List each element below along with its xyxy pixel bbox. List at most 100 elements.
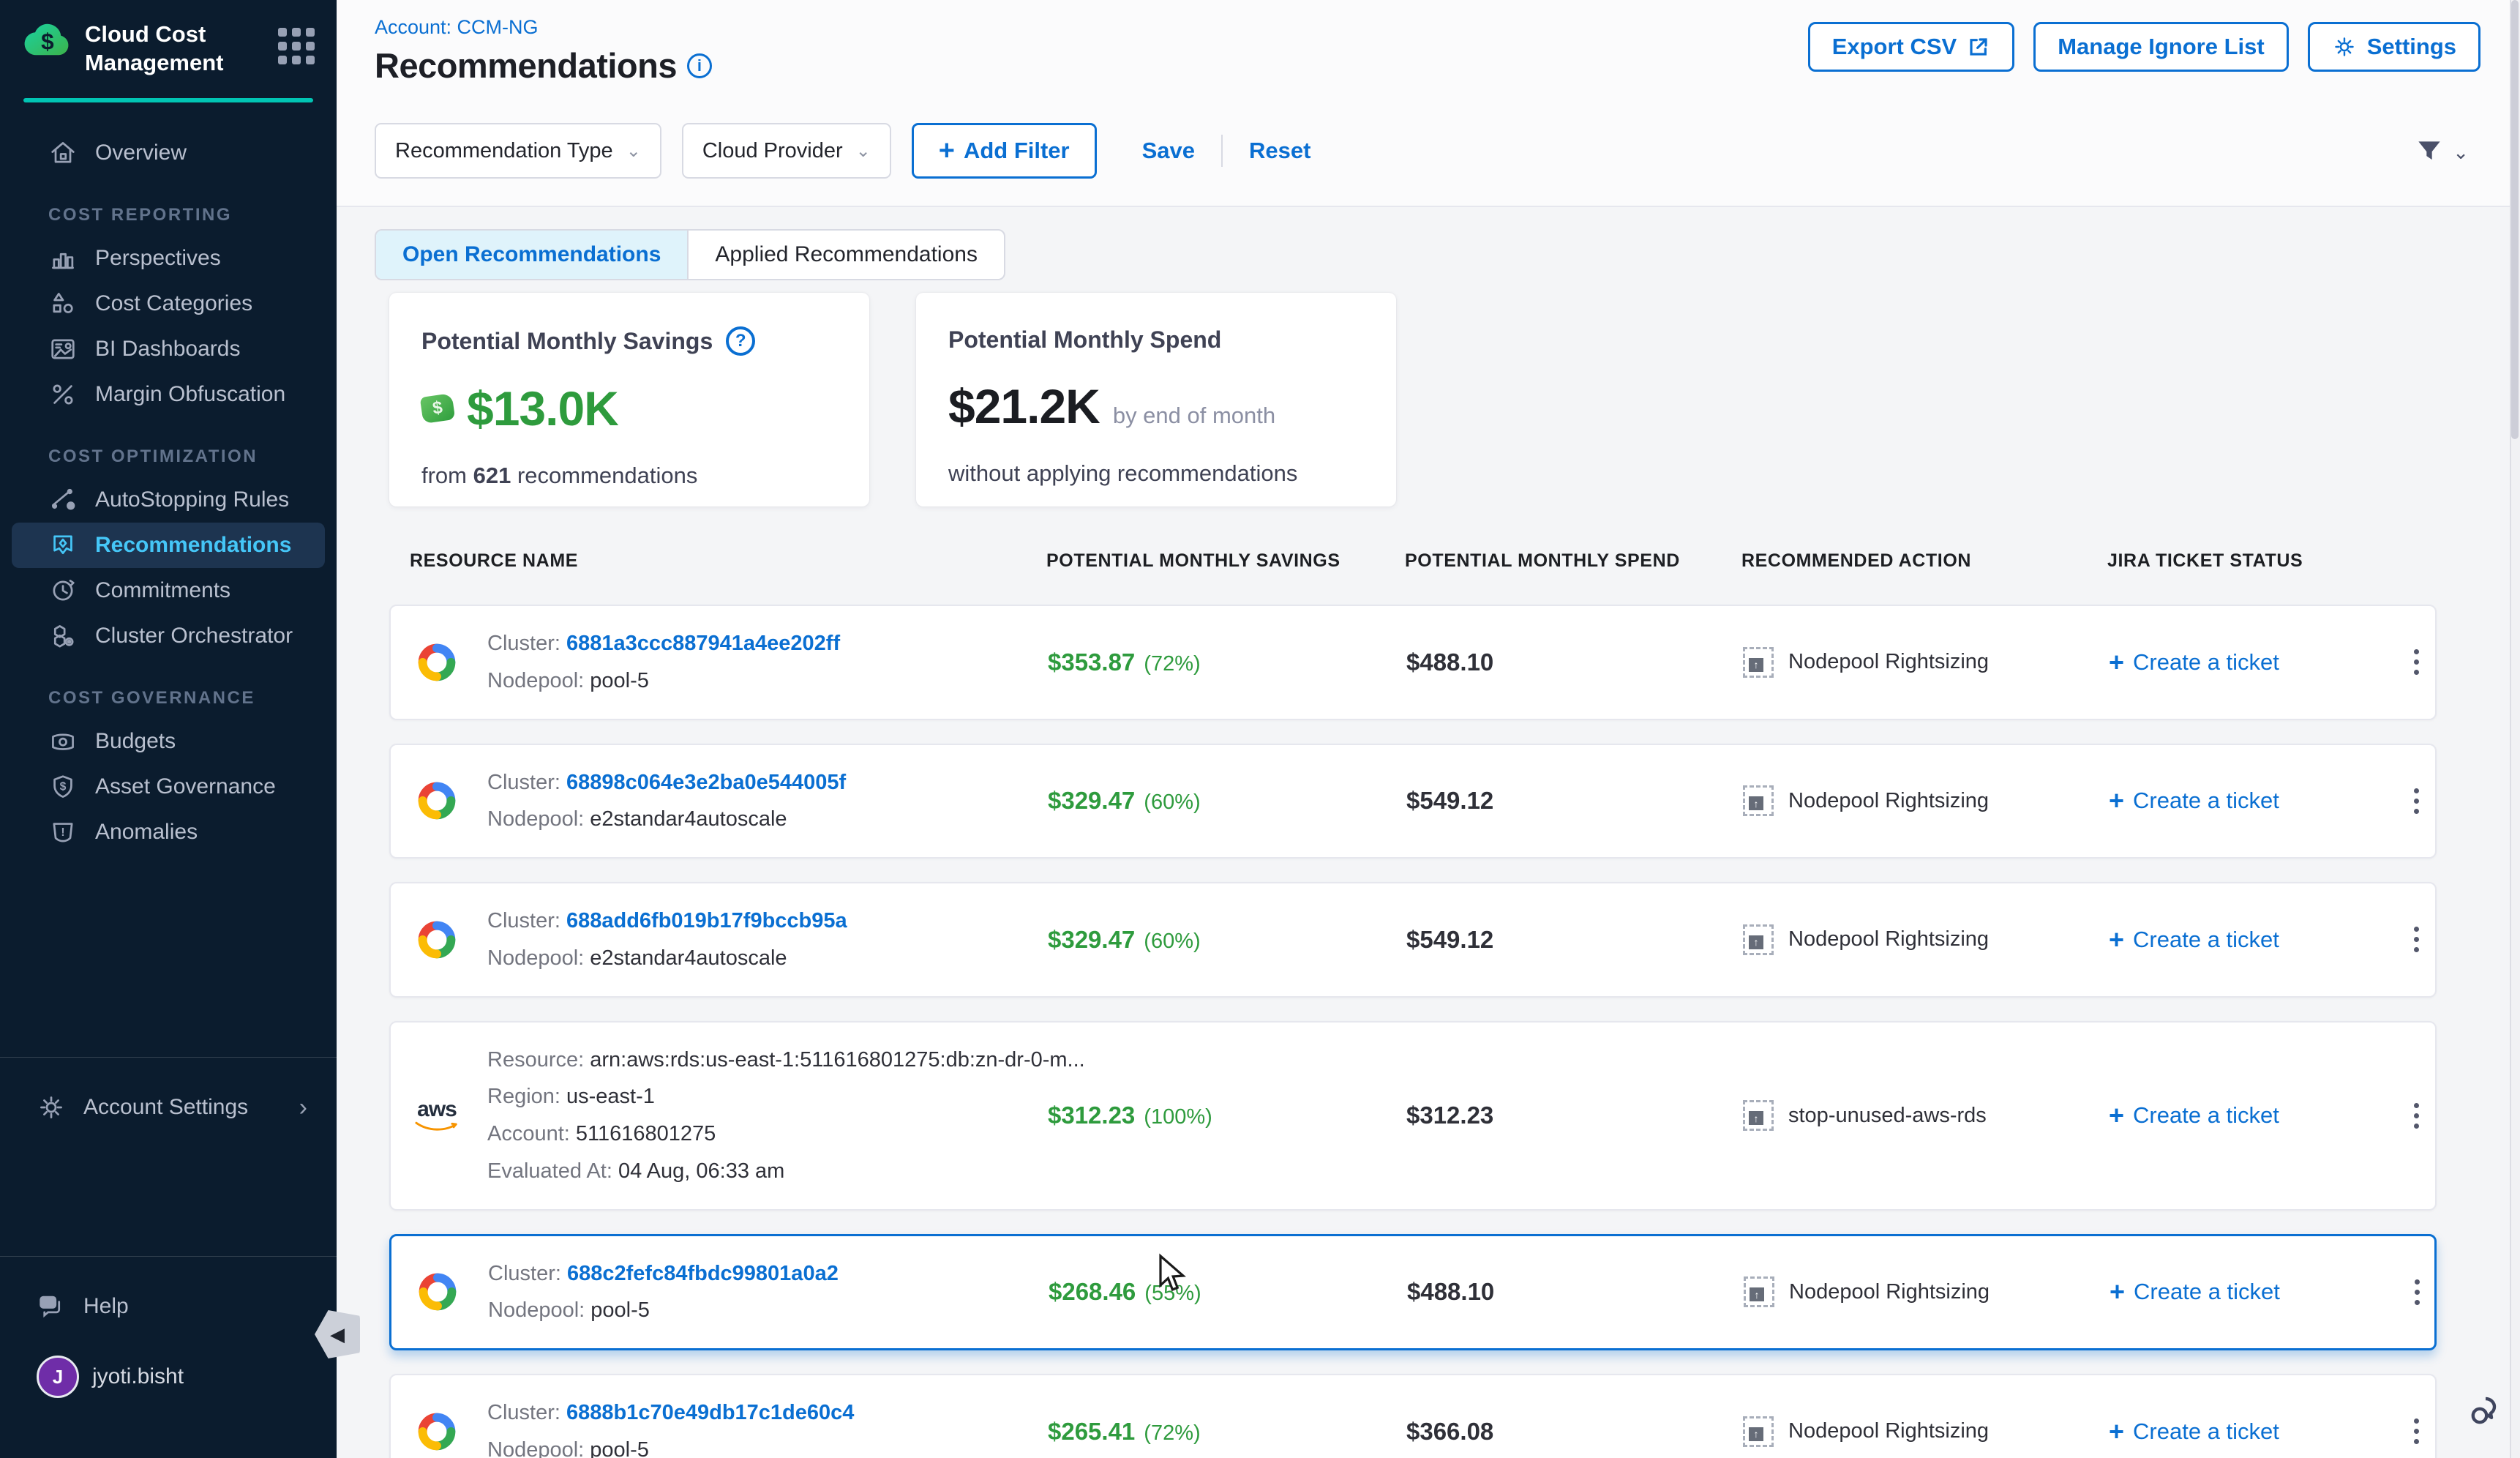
save-filter-button[interactable]: Save: [1136, 138, 1201, 164]
savings-percent: (72%): [1135, 652, 1200, 676]
savings-value: $329.47: [1048, 787, 1135, 814]
row-menu-kebab-icon[interactable]: [2394, 919, 2438, 960]
spend-amount: $21.2K: [948, 378, 1100, 434]
add-filter-button[interactable]: + Add Filter: [912, 123, 1097, 179]
chevron-down-icon: ⌄: [626, 141, 641, 162]
sidebar-item-help[interactable]: ? Help: [0, 1282, 337, 1331]
row-menu-kebab-icon[interactable]: [2394, 1411, 2438, 1451]
create-ticket-button[interactable]: + Create a ticket: [2109, 1416, 2394, 1447]
table-row[interactable]: Cluster: 68898c064e3e2ba0e544005fNodepoo…: [389, 744, 2437, 859]
resource-detail-line: Account: 511616801275: [487, 1115, 1085, 1153]
user-name: jyoti.bisht: [79, 1364, 184, 1389]
home-icon: [48, 138, 82, 168]
savings-percent: (60%): [1135, 790, 1200, 814]
resource-link[interactable]: 68898c064e3e2ba0e544005f: [566, 771, 846, 794]
scrollbar[interactable]: [2510, 0, 2520, 1458]
sidebar-divider: [0, 1256, 337, 1257]
main-content: Account: CCM-NG Recommendations i Export…: [337, 0, 2520, 1458]
sidebar-item-perspectives[interactable]: Perspectives: [12, 236, 325, 281]
recommended-action-label: stop-unused-aws-rds: [1788, 1104, 1987, 1128]
sidebar-item-recommendations[interactable]: Recommendations: [12, 523, 325, 568]
sidebar-item-commitments[interactable]: Commitments: [12, 568, 325, 613]
plus-icon: +: [2109, 647, 2124, 678]
create-ticket-button[interactable]: + Create a ticket: [2109, 1100, 2394, 1131]
question-icon[interactable]: ?: [726, 326, 755, 356]
money-icon: [420, 393, 456, 424]
filter-panel-toggle[interactable]: ⌄: [2413, 136, 2469, 168]
sidebar-item-budgets[interactable]: Budgets: [12, 719, 325, 764]
divider: [1221, 135, 1223, 167]
sidebar-divider: [0, 1057, 337, 1058]
chat-support-icon[interactable]: [2467, 1391, 2508, 1436]
breadcrumb-account-link[interactable]: Account: CCM-NG: [375, 16, 539, 39]
sidebar-item-asset-governance[interactable]: $ Asset Governance: [12, 764, 325, 810]
resource-link[interactable]: 6888b1c70e49db17c1de60c4: [566, 1401, 854, 1424]
funnel-icon: [2413, 136, 2445, 168]
resource-link[interactable]: 6881a3ccc887941a4ee202ff: [566, 632, 840, 655]
resource-link[interactable]: 688c2fefc84fbdc99801a0a2: [567, 1262, 839, 1285]
sidebar-item-cluster-orchestrator[interactable]: Cluster Orchestrator: [12, 613, 325, 659]
sidebar-item-margin-obfuscation[interactable]: Margin Obfuscation: [12, 372, 325, 417]
table-row[interactable]: Cluster: 6881a3ccc887941a4ee202ffNodepoo…: [389, 605, 2437, 720]
autostopping-icon: [48, 485, 82, 515]
gcp-logo: [414, 1409, 460, 1454]
row-menu-kebab-icon[interactable]: [2394, 1096, 2438, 1136]
cloud-provider-dropdown[interactable]: Cloud Provider ⌄: [682, 123, 891, 179]
sidebar-item-cost-categories[interactable]: Cost Categories: [12, 281, 325, 326]
manage-ignore-list-button[interactable]: Manage Ignore List: [2033, 22, 2288, 72]
create-ticket-button[interactable]: + Create a ticket: [2109, 785, 2394, 816]
resource-detail-line: Cluster: 68898c064e3e2ba0e544005f: [487, 764, 846, 801]
recommendation-badge-icon: [48, 531, 82, 560]
module-grid-icon[interactable]: [278, 28, 315, 64]
sidebar-item-bi-dashboards[interactable]: BI Dashboards: [12, 326, 325, 372]
resource-link[interactable]: 688add6fb019b17f9bccb95a: [566, 909, 847, 932]
clock-icon: [48, 576, 82, 605]
page-title: Recommendations: [375, 45, 677, 86]
column-potential-monthly-spend: POTENTIAL MONTHLY SPEND: [1405, 550, 1741, 572]
potential-monthly-spend-card: Potential Monthly Spend $21.2K by end of…: [916, 293, 1396, 506]
recommended-action-icon: [1743, 785, 1774, 816]
table-row[interactable]: Cluster: 6888b1c70e49db17c1de60c4Nodepoo…: [389, 1374, 2437, 1458]
recommendation-type-dropdown[interactable]: Recommendation Type ⌄: [375, 123, 661, 179]
aws-logo: aws: [417, 1099, 457, 1121]
recommendation-count: 621: [473, 463, 511, 488]
chevron-down-icon: ⌄: [856, 141, 871, 162]
table-row[interactable]: Cluster: 688c2fefc84fbdc99801a0a2Nodepoo…: [389, 1234, 2437, 1351]
create-ticket-button[interactable]: + Create a ticket: [2110, 1276, 2395, 1307]
plus-icon: +: [2110, 1276, 2125, 1307]
sidebar-item-account-settings[interactable]: Account Settings ›: [0, 1083, 337, 1132]
create-ticket-button[interactable]: + Create a ticket: [2109, 647, 2394, 678]
column-resource-name: RESOURCE NAME: [389, 550, 1046, 572]
row-menu-kebab-icon[interactable]: [2394, 781, 2438, 821]
table-row[interactable]: aws Resource: arn:aws:rds:us-east-1:5116…: [389, 1021, 2437, 1211]
column-jira-ticket-status: JIRA TICKET STATUS: [2107, 550, 2393, 572]
recommended-action-icon: [1743, 924, 1774, 955]
settings-button[interactable]: Settings: [2308, 22, 2480, 72]
potential-monthly-savings-card: Potential Monthly Savings ? $13.0K from …: [389, 293, 869, 506]
sidebar-item-overview[interactable]: Overview: [12, 130, 325, 176]
spend-value: $549.12: [1406, 926, 1743, 954]
table-row[interactable]: Cluster: 688add6fb019b17f9bccb95aNodepoo…: [389, 882, 2437, 998]
export-csv-button[interactable]: Export CSV: [1808, 22, 2015, 72]
row-menu-kebab-icon[interactable]: [2395, 1272, 2439, 1312]
chevron-down-icon: ⌄: [2453, 141, 2469, 164]
spend-value: $488.10: [1407, 1278, 1744, 1306]
resource-detail-line: Nodepool: pool-5: [487, 1432, 854, 1458]
spend-value: $366.08: [1406, 1418, 1743, 1446]
user-menu[interactable]: J jyoti.bisht: [0, 1351, 337, 1402]
shield-alert-icon: !: [48, 818, 82, 847]
tab-open-recommendations[interactable]: Open Recommendations: [376, 231, 687, 279]
spend-value: $312.23: [1406, 1102, 1743, 1129]
sidebar-item-anomalies[interactable]: ! Anomalies: [12, 810, 325, 855]
gcp-logo: [414, 640, 460, 685]
create-ticket-button[interactable]: + Create a ticket: [2109, 924, 2394, 955]
row-menu-kebab-icon[interactable]: [2394, 642, 2438, 682]
sidebar-item-autostopping-rules[interactable]: AutoStopping Rules: [12, 477, 325, 523]
tab-applied-recommendations[interactable]: Applied Recommendations: [687, 231, 1004, 279]
plus-icon: +: [2109, 1100, 2124, 1131]
reset-filter-button[interactable]: Reset: [1243, 138, 1316, 164]
nav-section-heading: COST GOVERNANCE: [0, 659, 337, 719]
info-icon[interactable]: i: [687, 53, 712, 78]
resource-detail-line: Evaluated At: 04 Aug, 06:33 am: [487, 1153, 1085, 1190]
scrollbar-thumb[interactable]: [2511, 0, 2519, 439]
